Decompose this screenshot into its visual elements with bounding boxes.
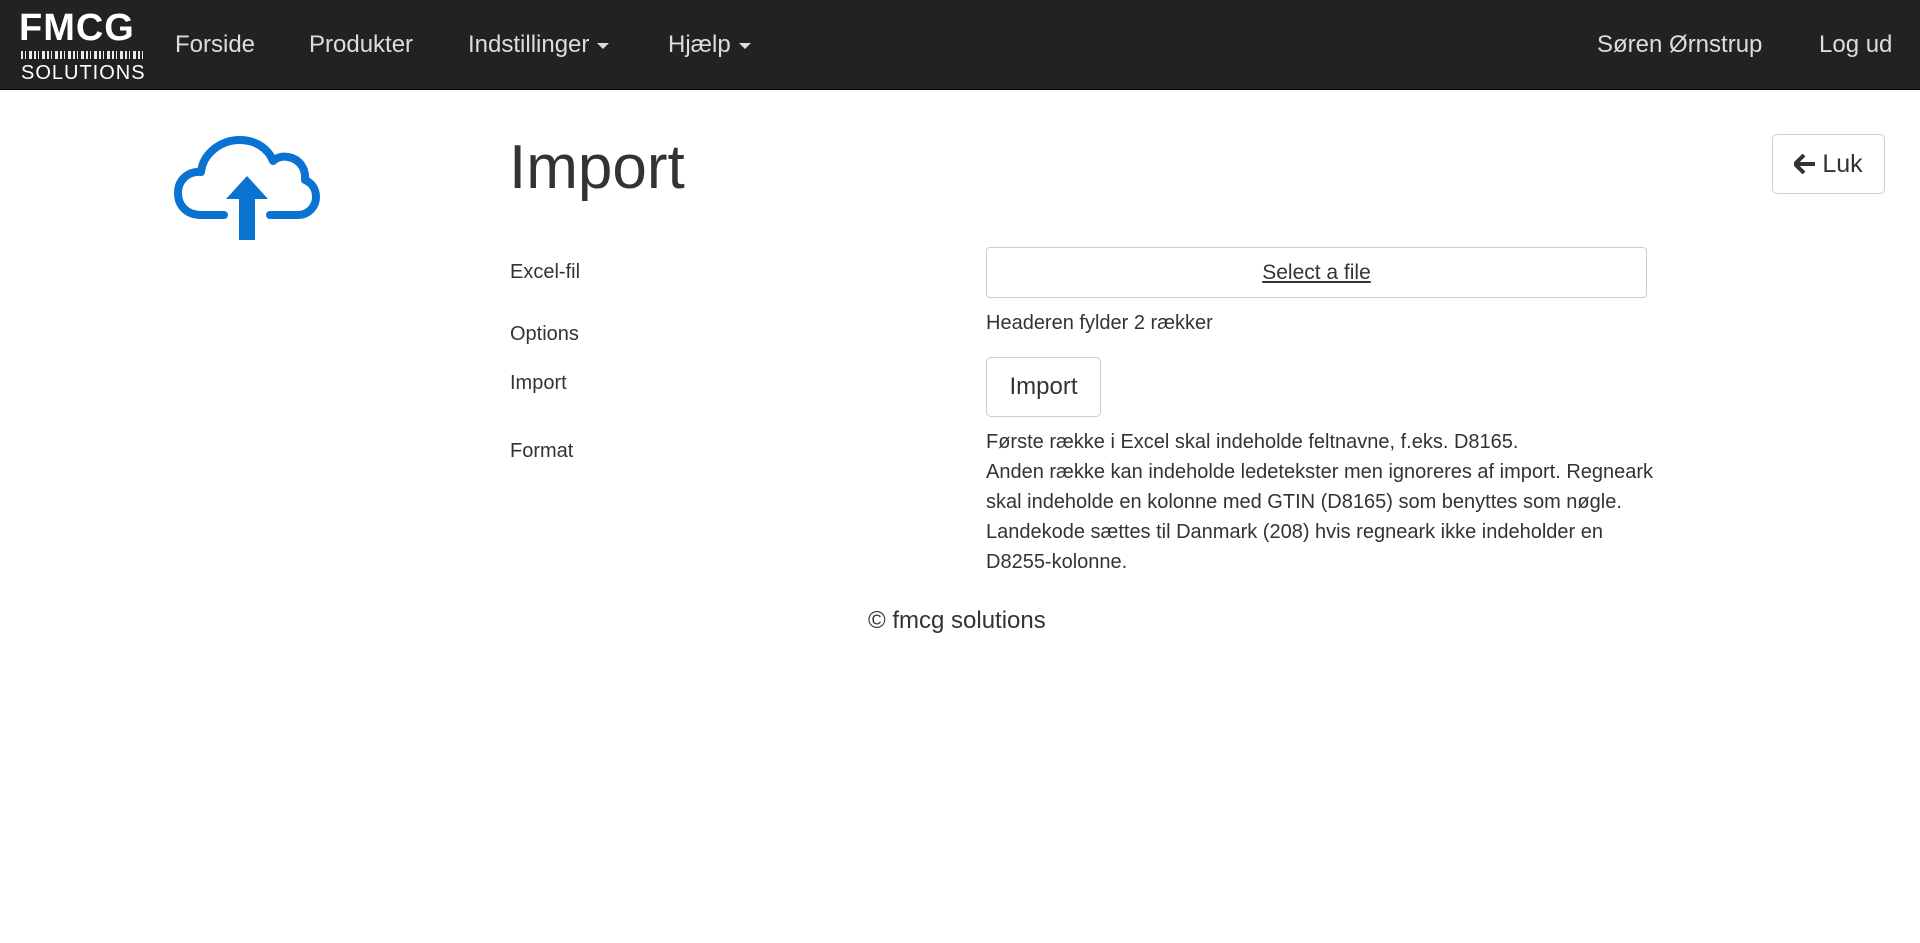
footer-copyright: © fmcg solutions xyxy=(868,607,1046,634)
nav-item-forside[interactable]: Forside xyxy=(175,0,255,90)
select-file-button[interactable]: Select a file xyxy=(986,247,1647,298)
nav-item-label: Produkter xyxy=(309,31,414,58)
barcode-icon xyxy=(21,51,143,59)
format-line-2: Anden række kan indeholde ledetekster me… xyxy=(986,461,1654,573)
page-title: Import xyxy=(509,133,685,202)
options-label: Options xyxy=(510,323,579,345)
excel-file-label: Excel-fil xyxy=(510,261,581,283)
top-navbar: FMCG SOLUTIONS Forside Produkter Indstil… xyxy=(0,0,1920,90)
caret-down-icon xyxy=(597,42,610,49)
format-label: Format xyxy=(510,440,574,462)
cloud-upload-icon xyxy=(174,136,320,242)
nav-item-produkter[interactable]: Produkter xyxy=(309,0,413,90)
nav-item-label: Hjælp xyxy=(668,31,731,58)
logout-link[interactable]: Log ud xyxy=(1819,0,1892,90)
nav-dropdown-hjaelp[interactable]: Hjælp xyxy=(668,0,751,90)
brand-logo-bottom: SOLUTIONS xyxy=(21,62,146,84)
nav-dropdown-indstillinger[interactable]: Indstillinger xyxy=(468,0,610,90)
import-label: Import xyxy=(510,372,567,394)
format-description: Første række i Excel skal indeholde felt… xyxy=(986,427,1656,577)
close-button[interactable]: Luk xyxy=(1772,134,1885,194)
nav-item-label: Forside xyxy=(175,31,256,58)
arrow-left-icon xyxy=(1794,154,1816,174)
brand-logo-top: FMCG xyxy=(19,7,135,49)
nav-user-name[interactable]: Søren Ørnstrup xyxy=(1597,0,1762,90)
import-button[interactable]: Import xyxy=(986,357,1101,417)
caret-down-icon xyxy=(738,42,751,49)
format-line-1: Første række i Excel skal indeholde felt… xyxy=(986,431,1519,453)
brand-logo[interactable]: FMCG SOLUTIONS xyxy=(19,7,146,84)
options-value: Headeren fylder 2 rækker xyxy=(986,312,1213,334)
close-button-label: Luk xyxy=(1822,149,1863,178)
nav-item-label: Indstillinger xyxy=(468,31,590,58)
